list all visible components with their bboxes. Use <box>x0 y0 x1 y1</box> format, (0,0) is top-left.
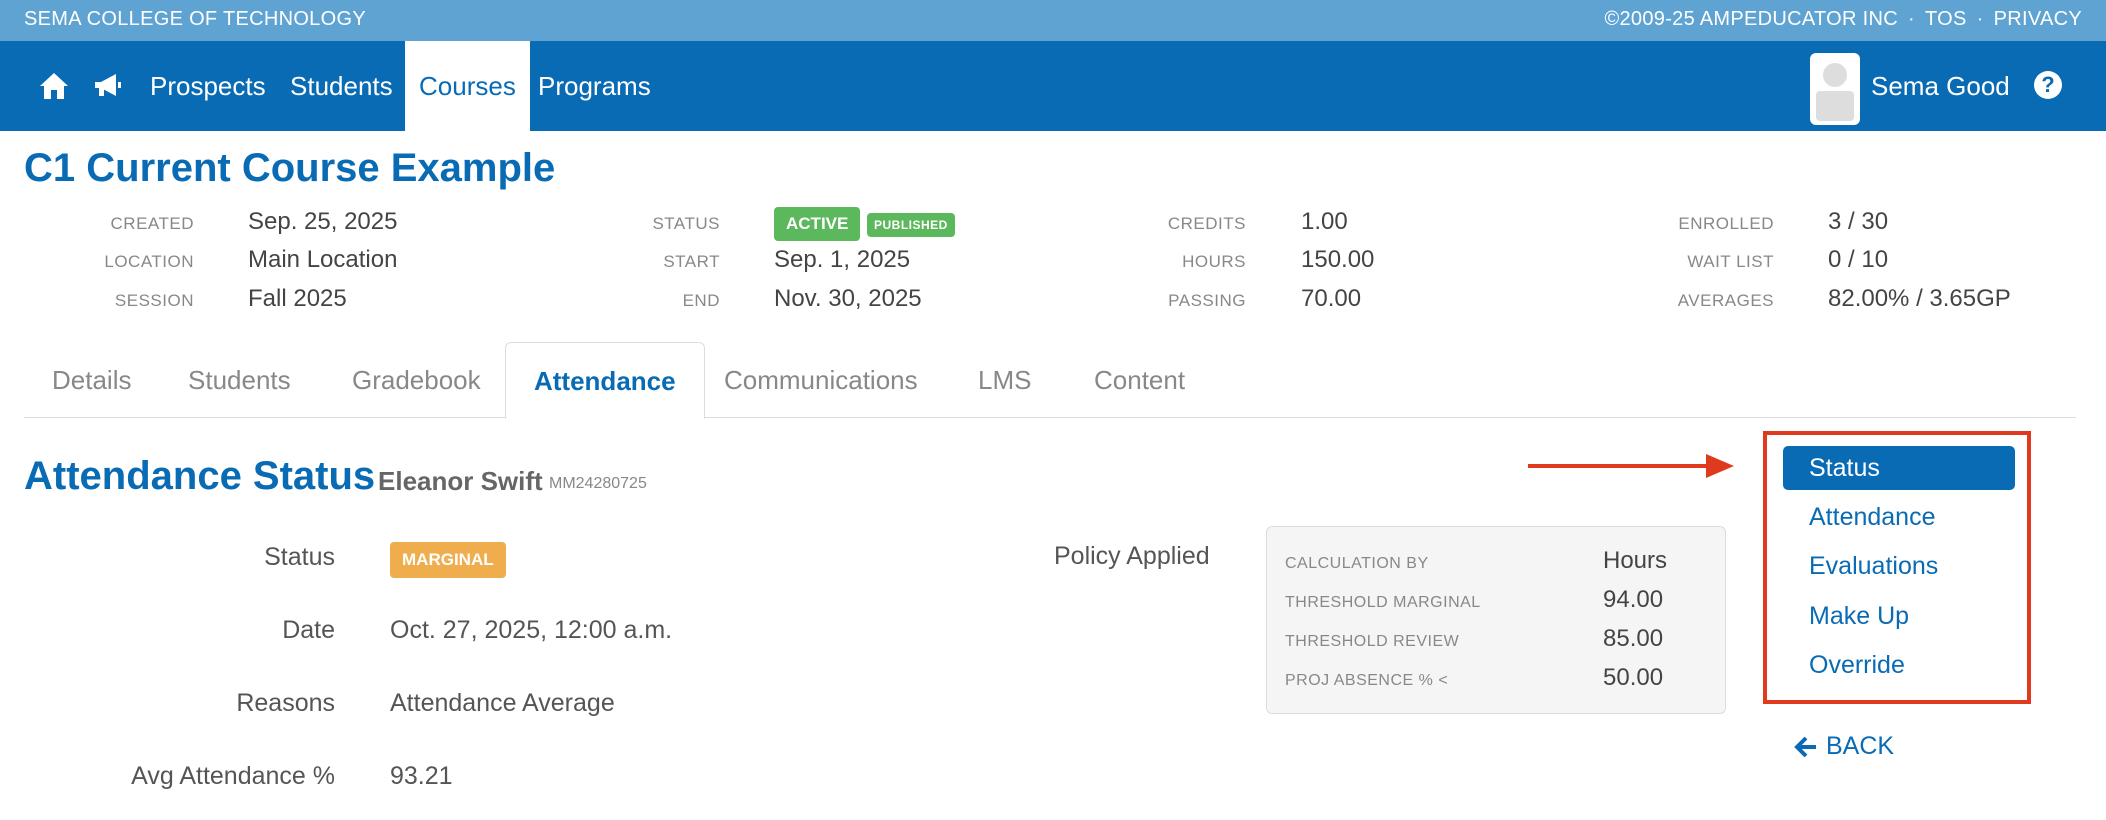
avatar[interactable] <box>1810 53 1860 125</box>
side-menu-evaluations[interactable]: Evaluations <box>1783 544 2015 588</box>
enrolled-value: 3 / 30 <box>1828 208 1889 235</box>
end-value: Nov. 30, 2025 <box>774 285 922 312</box>
back-button[interactable]: BACK <box>1794 732 1894 761</box>
reasons-row-value: Attendance Average <box>390 689 615 717</box>
course-tabs: Details Students Gradebook Attendance Co… <box>24 342 2076 419</box>
tab-details[interactable]: Details <box>24 342 159 418</box>
avg-row-value: 93.21 <box>390 762 453 790</box>
side-menu: Status Attendance Evaluations Make Up Ov… <box>1763 431 2031 704</box>
nav-programs[interactable]: Programs <box>524 41 665 131</box>
threshold-review-label: THRESHOLD REVIEW <box>1285 633 1460 650</box>
averages-label: AVERAGES <box>1677 291 1774 310</box>
school-name: SEMA COLLEGE OF TECHNOLOGY <box>24 8 366 30</box>
megaphone-icon[interactable] <box>90 69 124 103</box>
attendance-title: Attendance Status <box>24 454 376 498</box>
tos-link[interactable]: TOS <box>1925 8 1967 31</box>
policy-box: CALCULATION BY Hours THRESHOLD MARGINAL … <box>1266 526 1726 714</box>
separator: · <box>1907 8 1915 30</box>
threshold-marginal-label: THRESHOLD MARGINAL <box>1285 594 1481 611</box>
date-row-value: Oct. 27, 2025, 12:00 a.m. <box>390 616 673 644</box>
credits-value: 1.00 <box>1301 208 1348 235</box>
calc-by-value: Hours <box>1603 547 1668 574</box>
copyright-text: ©2009-25 AMPEDUCATOR INC <box>1604 8 1898 30</box>
start-value: Sep. 1, 2025 <box>774 246 911 273</box>
avatar-head <box>1823 63 1847 87</box>
top-strip: SEMA COLLEGE OF TECHNOLOGY ©2009-25 AMPE… <box>0 0 2106 41</box>
privacy-link[interactable]: PRIVACY <box>1994 8 2082 31</box>
location-value: Main Location <box>248 246 398 273</box>
page-title: C1 Current Course Example <box>24 146 556 190</box>
tab-communications[interactable]: Communications <box>696 342 946 418</box>
side-menu-override[interactable]: Override <box>1783 643 2015 687</box>
threshold-review-value: 85.00 <box>1603 625 1664 652</box>
tab-attendance[interactable]: Attendance <box>505 342 705 419</box>
start-label: START <box>663 252 720 271</box>
waitlist-label: WAIT LIST <box>1687 252 1774 271</box>
enrolled-label: ENROLLED <box>1678 214 1774 233</box>
student-id: MM24280725 <box>549 475 647 492</box>
tab-students[interactable]: Students <box>160 342 319 418</box>
nav-courses[interactable]: Courses <box>405 41 530 131</box>
side-menu-attendance[interactable]: Attendance <box>1783 495 2015 539</box>
passing-label: PASSING <box>1168 291 1246 310</box>
reasons-row-label: Reasons <box>236 689 335 717</box>
published-badge: PUBLISHED <box>867 213 955 237</box>
hours-label: HOURS <box>1182 252 1246 271</box>
student-name: Eleanor Swift <box>378 466 543 496</box>
proj-absence-value: 50.00 <box>1603 664 1664 691</box>
side-menu-status[interactable]: Status <box>1783 446 2015 490</box>
location-label: LOCATION <box>104 252 194 271</box>
user-name[interactable]: Sema Good <box>1871 41 2010 131</box>
separator: · <box>1976 8 1984 30</box>
passing-value: 70.00 <box>1301 285 1362 312</box>
tab-gradebook[interactable]: Gradebook <box>324 342 509 418</box>
averages-value: 82.00% / 3.65GP <box>1828 285 2011 312</box>
nav-students[interactable]: Students <box>276 41 407 131</box>
back-label: BACK <box>1826 732 1895 760</box>
arrow-left-icon <box>1794 736 1816 757</box>
home-icon[interactable] <box>37 69 71 103</box>
status-row-label: Status <box>264 543 335 571</box>
credits-label: CREDITS <box>1167 214 1246 233</box>
calc-by-label: CALCULATION BY <box>1285 555 1429 572</box>
avg-row-label: Avg Attendance % <box>131 762 335 790</box>
date-row-label: Date <box>282 616 335 644</box>
end-label: END <box>682 291 720 310</box>
marginal-badge: MARGINAL <box>390 542 506 578</box>
waitlist-value: 0 / 10 <box>1828 246 1889 273</box>
nav-prospects[interactable]: Prospects <box>136 41 280 131</box>
created-value: Sep. 25, 2025 <box>248 208 398 235</box>
avatar-body <box>1816 91 1854 121</box>
main-nav: Prospects Students Courses Programs Sema… <box>0 41 2106 131</box>
side-menu-make-up[interactable]: Make Up <box>1783 594 2015 638</box>
threshold-marginal-value: 94.00 <box>1603 586 1664 613</box>
proj-absence-label: PROJ ABSENCE % < <box>1285 672 1449 689</box>
created-label: CREATED <box>110 214 194 233</box>
tab-content[interactable]: Content <box>1066 342 1213 418</box>
hours-value: 150.00 <box>1301 246 1375 273</box>
top-strip-links: ©2009-25 AMPEDUCATOR INC · TOS · PRIVACY <box>1604 8 2082 31</box>
session-label: SESSION <box>114 291 194 310</box>
session-value: Fall 2025 <box>248 285 347 312</box>
help-icon[interactable]: ? <box>2034 71 2062 99</box>
status-label: STATUS <box>652 214 720 233</box>
policy-applied-label: Policy Applied <box>1054 542 1210 570</box>
annotation-arrow-icon <box>1528 454 1734 478</box>
active-badge: ACTIVE <box>774 207 861 241</box>
tab-lms[interactable]: LMS <box>950 342 1059 418</box>
